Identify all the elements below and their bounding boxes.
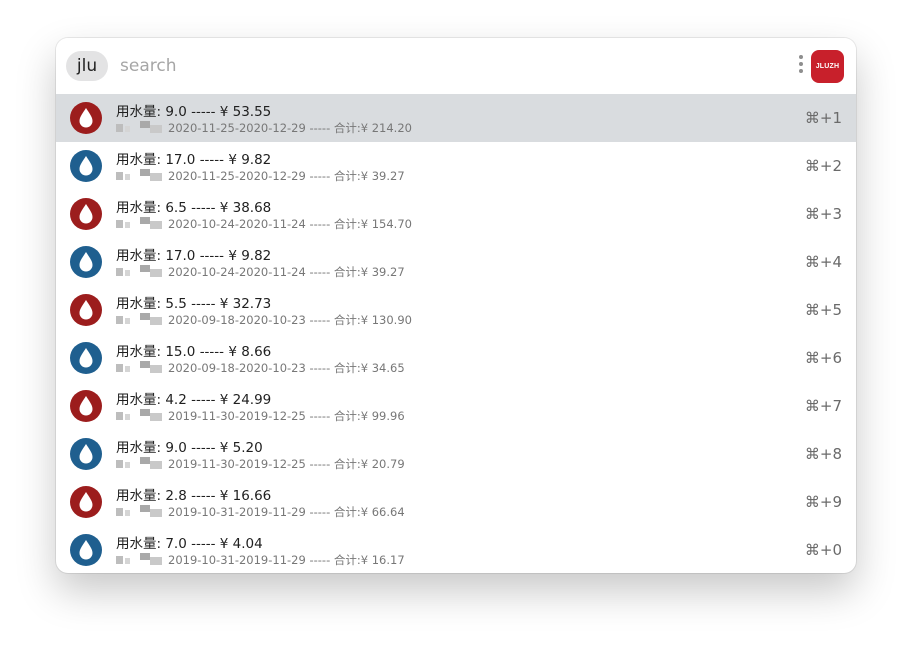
- result-detail: 2020-10-24-2020-11-24 ----- 合计:¥ 154.70: [168, 217, 412, 231]
- shortcut-hint: ⌘+1: [804, 109, 842, 127]
- redacted-name: [116, 505, 164, 519]
- result-title: 用水量: 17.0 ----- ¥ 9.82: [116, 248, 272, 264]
- result-detail: 2019-11-30-2019-12-25 ----- 合计:¥ 20.79: [168, 457, 405, 471]
- result-row-1[interactable]: 用水量: 9.0 ----- ¥ 53.55 2020-11-25-2020-1…: [56, 94, 856, 142]
- redacted-name: [116, 457, 164, 471]
- result-row-7[interactable]: 用水量: 4.2 ----- ¥ 24.99 2019-11-30-2019-1…: [56, 382, 856, 430]
- result-title: 用水量: 9.0 ----- ¥ 5.20: [116, 440, 263, 456]
- water-drop-icon: [70, 534, 102, 566]
- keyword-pill[interactable]: jlu: [66, 51, 108, 81]
- result-title: 用水量: 5.5 ----- ¥ 32.73: [116, 296, 272, 312]
- shortcut-hint: ⌘+8: [804, 445, 842, 463]
- shortcut-hint: ⌘+5: [804, 301, 842, 319]
- water-drop-icon: [70, 390, 102, 422]
- search-input[interactable]: [120, 52, 780, 80]
- shortcut-hint: ⌘+0: [804, 541, 842, 559]
- shortcut-hint: ⌘+2: [804, 157, 842, 175]
- water-drop-icon: [70, 246, 102, 278]
- result-row-8[interactable]: 用水量: 9.0 ----- ¥ 5.20 2019-11-30-2019-12…: [56, 430, 856, 478]
- result-detail: 2020-09-18-2020-10-23 ----- 合计:¥ 34.65: [168, 361, 405, 375]
- result-title: 用水量: 4.2 ----- ¥ 24.99: [116, 392, 272, 408]
- water-drop-icon: [70, 486, 102, 518]
- result-detail: 2020-11-25-2020-12-29 ----- 合计:¥ 39.27: [168, 169, 405, 183]
- result-row-10[interactable]: 用水量: 7.0 ----- ¥ 4.04 2019-10-31-2019-11…: [56, 526, 856, 573]
- water-drop-icon: [70, 342, 102, 374]
- shortcut-hint: ⌘+3: [804, 205, 842, 223]
- redacted-name: [116, 169, 164, 183]
- redacted-name: [116, 265, 164, 279]
- result-detail: 2019-10-31-2019-11-29 ----- 合计:¥ 66.64: [168, 505, 405, 519]
- water-drop-icon: [70, 198, 102, 230]
- result-row-6[interactable]: 用水量: 15.0 ----- ¥ 8.66 2020-09-18-2020-1…: [56, 334, 856, 382]
- result-title: 用水量: 17.0 ----- ¥ 9.82: [116, 152, 272, 168]
- shortcut-hint: ⌘+9: [804, 493, 842, 511]
- result-title: 用水量: 7.0 ----- ¥ 4.04: [116, 536, 263, 552]
- result-row-2[interactable]: 用水量: 17.0 ----- ¥ 9.82 2020-11-25-2020-1…: [56, 142, 856, 190]
- result-detail: 2020-09-18-2020-10-23 ----- 合计:¥ 130.90: [168, 313, 412, 327]
- shortcut-hint: ⌘+7: [804, 397, 842, 415]
- result-row-5[interactable]: 用水量: 5.5 ----- ¥ 32.73 2020-09-18-2020-1…: [56, 286, 856, 334]
- redacted-name: [116, 121, 164, 135]
- water-drop-icon: [70, 438, 102, 470]
- results-list: 用水量: 9.0 ----- ¥ 53.55 2020-11-25-2020-1…: [56, 94, 856, 573]
- app-logo[interactable]: JLUZH: [811, 50, 844, 83]
- redacted-name: [116, 553, 164, 567]
- result-row-3[interactable]: 用水量: 6.5 ----- ¥ 38.68 2020-10-24-2020-1…: [56, 190, 856, 238]
- result-detail: 2019-10-31-2019-11-29 ----- 合计:¥ 16.17: [168, 553, 405, 567]
- search-bar: jlu JLUZH: [56, 38, 856, 94]
- launcher-window: jlu JLUZH 用水量: 9.0 ----- ¥ 53.55 2020-11…: [56, 38, 856, 573]
- result-title: 用水量: 9.0 ----- ¥ 53.55: [116, 104, 272, 120]
- result-row-4[interactable]: 用水量: 17.0 ----- ¥ 9.82 2020-10-24-2020-1…: [56, 238, 856, 286]
- water-drop-icon: [70, 294, 102, 326]
- redacted-name: [116, 313, 164, 327]
- result-row-9[interactable]: 用水量: 2.8 ----- ¥ 16.66 2019-10-31-2019-1…: [56, 478, 856, 526]
- result-detail: 2020-11-25-2020-12-29 ----- 合计:¥ 214.20: [168, 121, 412, 135]
- result-title: 用水量: 15.0 ----- ¥ 8.66: [116, 344, 272, 360]
- vertical-ellipsis-icon[interactable]: [797, 55, 805, 79]
- shortcut-hint: ⌘+6: [804, 349, 842, 367]
- shortcut-hint: ⌘+4: [804, 253, 842, 271]
- result-title: 用水量: 6.5 ----- ¥ 38.68: [116, 200, 272, 216]
- result-title: 用水量: 2.8 ----- ¥ 16.66: [116, 488, 272, 504]
- water-drop-icon: [70, 150, 102, 182]
- result-detail: 2019-11-30-2019-12-25 ----- 合计:¥ 99.96: [168, 409, 405, 423]
- redacted-name: [116, 217, 164, 231]
- redacted-name: [116, 409, 164, 423]
- result-detail: 2020-10-24-2020-11-24 ----- 合计:¥ 39.27: [168, 265, 405, 279]
- water-drop-icon: [70, 102, 102, 134]
- redacted-name: [116, 361, 164, 375]
